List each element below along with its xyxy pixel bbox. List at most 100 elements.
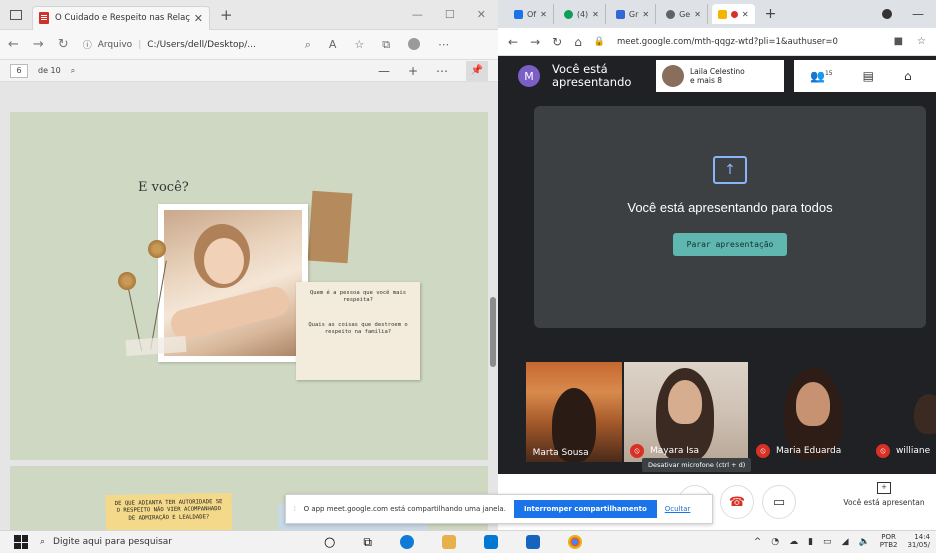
forward-icon[interactable]: → <box>530 35 540 49</box>
mic-tray-icon[interactable]: ▮ <box>808 537 813 547</box>
tab-favicon-icon <box>666 9 676 19</box>
new-tab-icon[interactable]: + <box>220 6 233 24</box>
user-avatar[interactable]: M <box>518 65 540 87</box>
forward-icon[interactable]: → <box>33 37 44 52</box>
participant-tile[interactable]: ... Marta Sousa <box>526 362 622 462</box>
chrome-tab-3[interactable]: Gr ✕ <box>610 4 657 24</box>
participant-tile[interactable]: ⦸ Mayara Isa <box>624 362 748 462</box>
minimize-icon[interactable]: — <box>912 7 924 21</box>
file-explorer-icon[interactable] <box>441 535 456 549</box>
pdf-viewer[interactable]: E você? Quem é a pessoa que você mais re… <box>0 82 498 530</box>
chat-icon[interactable]: ▤ <box>863 69 874 83</box>
zoom-in-icon[interactable]: + <box>408 64 418 78</box>
pdf-search-icon[interactable]: ⌕ <box>71 66 75 76</box>
chrome-tab-meet[interactable]: ✕ <box>711 4 755 24</box>
home-icon[interactable]: ⌂ <box>574 35 582 49</box>
hide-button[interactable]: Ocultar <box>665 505 691 513</box>
task-view-icon[interactable]: ⧉ <box>363 535 372 550</box>
new-tab-icon[interactable]: + <box>765 6 777 22</box>
zoom-icon[interactable]: ⌕ <box>305 38 311 52</box>
camera-button[interactable]: ▭ <box>762 485 796 519</box>
taskbar-search[interactable]: ⌕ Digite aqui para pesquisar <box>40 537 290 547</box>
dried-flower <box>118 272 136 290</box>
page-number-input[interactable]: 6 <box>10 63 28 78</box>
pdf-file-icon <box>39 12 49 24</box>
mic-off-icon: ⦸ <box>876 444 890 458</box>
pin-toolbar-icon[interactable]: 📌 <box>466 60 488 81</box>
tab-actions-icon[interactable] <box>10 9 22 20</box>
chrome-profile-icon[interactable] <box>882 9 892 19</box>
stop-presenting-button[interactable]: Parar apresentação <box>672 233 788 256</box>
people-icon[interactable]: 👥15 <box>810 69 833 83</box>
cortana-icon[interactable]: ○ <box>324 535 335 550</box>
windows-start-icon[interactable] <box>14 535 28 549</box>
close-tab-icon[interactable]: ✕ <box>194 12 203 25</box>
chrome-tab-1[interactable]: Of ✕ <box>508 4 554 24</box>
pdf-more-icon[interactable]: ⋯ <box>436 64 448 78</box>
participants-line-1: Laila Celestino <box>690 67 745 76</box>
collections-icon[interactable]: ⧉ <box>382 38 390 52</box>
minimize-icon[interactable]: — <box>412 8 423 21</box>
addr-path: C:/Users/dell/Desktop/... <box>147 39 256 50</box>
bookmark-star-icon[interactable]: ☆ <box>917 36 926 47</box>
participant-face <box>668 380 702 424</box>
close-tab-icon[interactable]: ✕ <box>540 10 547 19</box>
question-1: Quem é a pessoa que você mais respeita? <box>309 290 407 303</box>
pdf-scrollbar-thumb[interactable] <box>490 297 496 367</box>
network-icon[interactable]: ◔ <box>771 537 779 547</box>
dried-flower <box>148 240 166 258</box>
leave-call-button[interactable]: ☎ <box>720 485 754 519</box>
back-icon[interactable]: ← <box>508 35 518 49</box>
taskbar-apps: ○ ⧉ <box>324 535 582 550</box>
search-placeholder: Digite aqui para pesquisar <box>53 537 172 547</box>
back-icon[interactable]: ← <box>8 37 19 52</box>
address-field[interactable]: ⓘ Arquivo | C:/Users/dell/Desktop/... <box>83 38 283 52</box>
close-tab-icon[interactable]: ✕ <box>642 10 649 19</box>
volume-icon[interactable]: 🔈 <box>858 537 869 547</box>
zoom-out-icon[interactable]: — <box>378 64 390 78</box>
chrome-tab-2[interactable]: (4) ✕ <box>558 4 606 24</box>
chrome-app-icon[interactable] <box>567 535 582 549</box>
share-message: O app meet.google.com está compartilhand… <box>303 505 506 513</box>
favorite-star-icon[interactable]: ☆ <box>354 38 364 52</box>
stop-sharing-button[interactable]: Interromper compartilhamento <box>513 500 657 518</box>
addr-separator: | <box>138 39 142 50</box>
edge-app-icon[interactable] <box>399 535 414 549</box>
activities-icon[interactable]: ⌂ <box>904 69 912 83</box>
drag-handle-icon[interactable]: ⦙ <box>294 505 296 514</box>
edge-tab-active[interactable]: O Cuidado e Respeito nas Relaç ✕ <box>32 5 210 30</box>
camera-indicator-icon[interactable]: ■ <box>894 36 903 47</box>
read-aloud-icon[interactable]: A <box>329 38 337 52</box>
refresh-icon[interactable]: ↻ <box>58 37 69 52</box>
tray-expand-icon[interactable]: ^ <box>754 537 762 547</box>
close-tab-icon[interactable]: ✕ <box>592 10 599 19</box>
participant-face <box>796 382 830 426</box>
people-count: 15 <box>824 70 833 77</box>
participant-tile[interactable]: ⦸ williane <box>870 362 936 462</box>
battery-icon[interactable]: ▭ <box>823 537 832 547</box>
clock[interactable]: 14:4 31/05/ <box>907 534 930 549</box>
participant-name-row: ⦸ Mayara Isa <box>630 444 699 458</box>
participants-chip[interactable]: Laila Celestino e mais 8 <box>656 60 784 92</box>
refresh-icon[interactable]: ↻ <box>552 35 562 49</box>
url-field[interactable]: meet.google.com/mth-qqgz-wtd?pli=1&authu… <box>617 37 882 47</box>
mail-app-icon[interactable] <box>525 535 540 549</box>
more-icon[interactable]: ⋯ <box>438 38 449 52</box>
language-indicator[interactable]: POR PTB2 <box>880 534 898 549</box>
lang-line-2: PTB2 <box>879 541 898 549</box>
wifi-icon[interactable]: ◢ <box>842 537 849 547</box>
question-2: Quais as coisas que destroem o respeito … <box>308 321 408 335</box>
photo-arm <box>168 283 292 343</box>
store-app-icon[interactable] <box>483 535 498 549</box>
participant-name-row: ⦸ williane <box>876 444 930 458</box>
page-heading: E você? <box>138 180 189 195</box>
participant-tile[interactable]: ⦸ Maria Eduarda <box>750 362 868 462</box>
presenting-status-button[interactable]: + Você está apresentan <box>836 482 932 507</box>
close-tab-icon[interactable]: ✕ <box>694 10 701 19</box>
maximize-icon[interactable]: ☐ <box>445 8 455 21</box>
chrome-tab-4[interactable]: Ge ✕ <box>660 4 708 24</box>
onedrive-icon[interactable]: ☁ <box>789 537 798 547</box>
close-tab-icon[interactable]: ✕ <box>742 10 749 19</box>
profile-avatar[interactable] <box>408 37 421 50</box>
close-window-icon[interactable]: ✕ <box>477 8 486 21</box>
